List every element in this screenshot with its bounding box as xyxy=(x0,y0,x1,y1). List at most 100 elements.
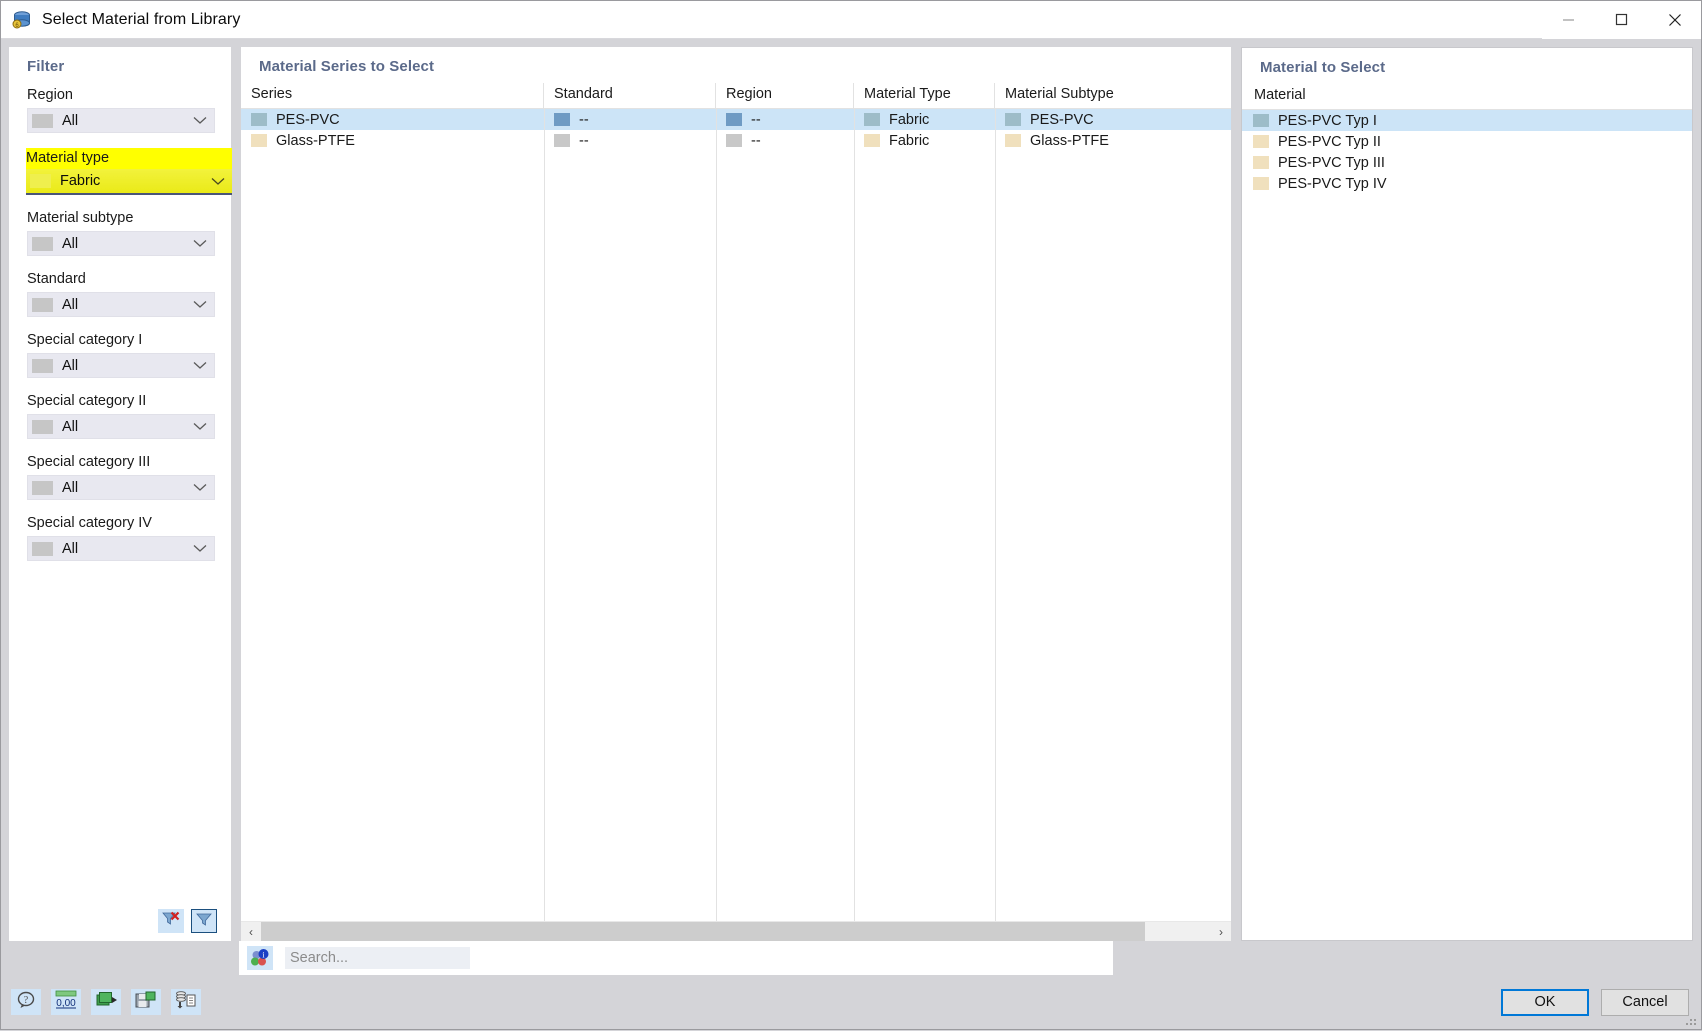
cell-text: -- xyxy=(579,132,589,149)
color-swatch-icon xyxy=(864,113,880,126)
special-category-2-dropdown[interactable]: All xyxy=(27,414,215,439)
color-swatch-icon xyxy=(30,174,51,188)
list-item[interactable]: PES-PVC Typ IV xyxy=(1242,173,1692,194)
chevron-down-icon xyxy=(193,112,207,129)
standard-dropdown[interactable]: All xyxy=(27,292,215,317)
cell-text: -- xyxy=(751,132,761,149)
select-material-dialog: 6 Select Material from Library Filter Re… xyxy=(0,0,1702,1030)
cell-material-subtype: Glass-PTFE xyxy=(995,130,1231,151)
column-header-standard[interactable]: Standard xyxy=(544,83,716,108)
list-item[interactable]: PES-PVC Typ III xyxy=(1242,152,1692,173)
list-item-label: PES-PVC Typ IV xyxy=(1278,175,1387,192)
list-item[interactable]: PES-PVC Typ II xyxy=(1242,131,1692,152)
column-header-region[interactable]: Region xyxy=(716,83,854,108)
table-row[interactable]: PES-PVC -- -- Fabric PES-PVC xyxy=(241,109,1231,130)
filter-panel: Filter Region All Material type Fabric M… xyxy=(9,47,232,941)
scrollbar-thumb[interactable] xyxy=(261,922,1145,941)
database-to-document-icon xyxy=(174,990,198,1014)
cell-text: Glass-PTFE xyxy=(1030,132,1109,149)
special-category-1-dropdown[interactable]: All xyxy=(27,353,215,378)
field-label: Region xyxy=(27,87,73,103)
field-label: Material subtype xyxy=(27,210,134,226)
combo-value: All xyxy=(62,112,79,129)
color-swatch-icon xyxy=(726,113,742,126)
color-swatch-icon xyxy=(32,236,53,251)
series-panel-title: Material Series to Select xyxy=(259,58,435,75)
scrollbar-track[interactable] xyxy=(261,922,1211,941)
window-title: Select Material from Library xyxy=(42,10,241,28)
combo-value: Fabric xyxy=(60,173,101,189)
cell-region: -- xyxy=(716,109,854,130)
chevron-down-icon xyxy=(193,540,207,557)
search-input[interactable] xyxy=(285,947,470,969)
cell-standard: -- xyxy=(544,130,716,151)
save-database-icon xyxy=(134,990,158,1014)
list-item-label: PES-PVC Typ III xyxy=(1278,154,1385,171)
color-swatch-icon xyxy=(32,113,53,128)
cell-series: PES-PVC xyxy=(241,109,544,130)
material-type-dropdown[interactable]: Fabric xyxy=(26,169,232,195)
list-item-label: PES-PVC Typ I xyxy=(1278,112,1377,129)
help-button[interactable]: ? xyxy=(11,989,41,1015)
column-header-material-type[interactable]: Material Type xyxy=(854,83,995,108)
clear-filter-button[interactable] xyxy=(158,909,184,933)
field-label: Standard xyxy=(27,271,86,287)
export-button[interactable] xyxy=(91,989,121,1015)
color-swatch-icon xyxy=(251,113,267,126)
combo-value: All xyxy=(62,479,79,496)
cell-text: PES-PVC xyxy=(276,111,340,128)
color-swatch-icon xyxy=(1005,113,1021,126)
list-item-label: PES-PVC Typ II xyxy=(1278,133,1381,150)
filter-field-material-type: Material type Fabric xyxy=(26,148,232,195)
minimize-button[interactable] xyxy=(1542,0,1595,39)
cell-text: -- xyxy=(751,111,761,128)
special-category-3-dropdown[interactable]: All xyxy=(27,475,215,500)
maximize-button[interactable] xyxy=(1595,0,1648,39)
color-swatch-icon xyxy=(32,358,53,373)
resize-grip[interactable] xyxy=(1686,1014,1698,1026)
scroll-right-arrow-icon[interactable]: › xyxy=(1211,922,1231,941)
filter-field-region: Region All xyxy=(27,87,215,133)
combo-value: All xyxy=(62,540,79,557)
series-panel: Material Series to Select Series Standar… xyxy=(241,47,1231,941)
special-category-4-dropdown[interactable]: All xyxy=(27,536,215,561)
filter-fields: Region All Material type Fabric Material… xyxy=(9,75,232,909)
material-panel-title: Material to Select xyxy=(1260,59,1386,76)
color-swatch-icon xyxy=(32,480,53,495)
horizontal-scrollbar[interactable]: ‹ › xyxy=(241,921,1231,941)
save-button[interactable] xyxy=(131,989,161,1015)
filter-field-special-category-4: Special category IV All xyxy=(27,515,215,561)
table-row[interactable]: Glass-PTFE -- -- Fabric Glass-PTFE xyxy=(241,130,1231,151)
svg-text:?: ? xyxy=(24,995,29,1006)
cell-text: PES-PVC xyxy=(1030,111,1094,128)
filter-field-special-category-2: Special category II All xyxy=(27,393,215,439)
decimals-button[interactable]: 0,00 xyxy=(51,989,81,1015)
scroll-left-arrow-icon[interactable]: ‹ xyxy=(241,922,261,941)
filter-field-material-subtype: Material subtype All xyxy=(27,210,215,256)
column-header-material-subtype[interactable]: Material Subtype xyxy=(995,83,1231,108)
color-swatch-icon xyxy=(1253,135,1269,148)
color-swatch-icon xyxy=(726,134,742,147)
color-swatch-icon xyxy=(1253,114,1269,127)
report-button[interactable] xyxy=(171,989,201,1015)
cell-standard: -- xyxy=(544,109,716,130)
list-item[interactable]: PES-PVC Typ I xyxy=(1242,110,1692,131)
chevron-down-icon xyxy=(193,357,207,374)
region-dropdown[interactable]: All xyxy=(27,108,215,133)
close-button[interactable] xyxy=(1648,0,1701,39)
field-label: Special category III xyxy=(27,454,151,470)
column-header-series[interactable]: Series xyxy=(241,83,544,108)
cancel-button[interactable]: Cancel xyxy=(1601,988,1689,1016)
ok-button[interactable]: OK xyxy=(1501,988,1589,1016)
info-material-icon[interactable]: i xyxy=(247,946,273,970)
color-swatch-icon xyxy=(1005,134,1021,147)
cell-material-subtype: PES-PVC xyxy=(995,109,1231,130)
color-swatch-icon xyxy=(32,419,53,434)
cell-text: Fabric xyxy=(889,111,930,128)
field-label: Special category I xyxy=(27,332,143,348)
column-header-material[interactable]: Material xyxy=(1242,84,1692,110)
apply-filter-button[interactable] xyxy=(191,909,217,933)
grid-column-separators xyxy=(241,109,1231,921)
material-subtype-dropdown[interactable]: All xyxy=(27,231,215,256)
cell-material-type: Fabric xyxy=(854,130,995,151)
